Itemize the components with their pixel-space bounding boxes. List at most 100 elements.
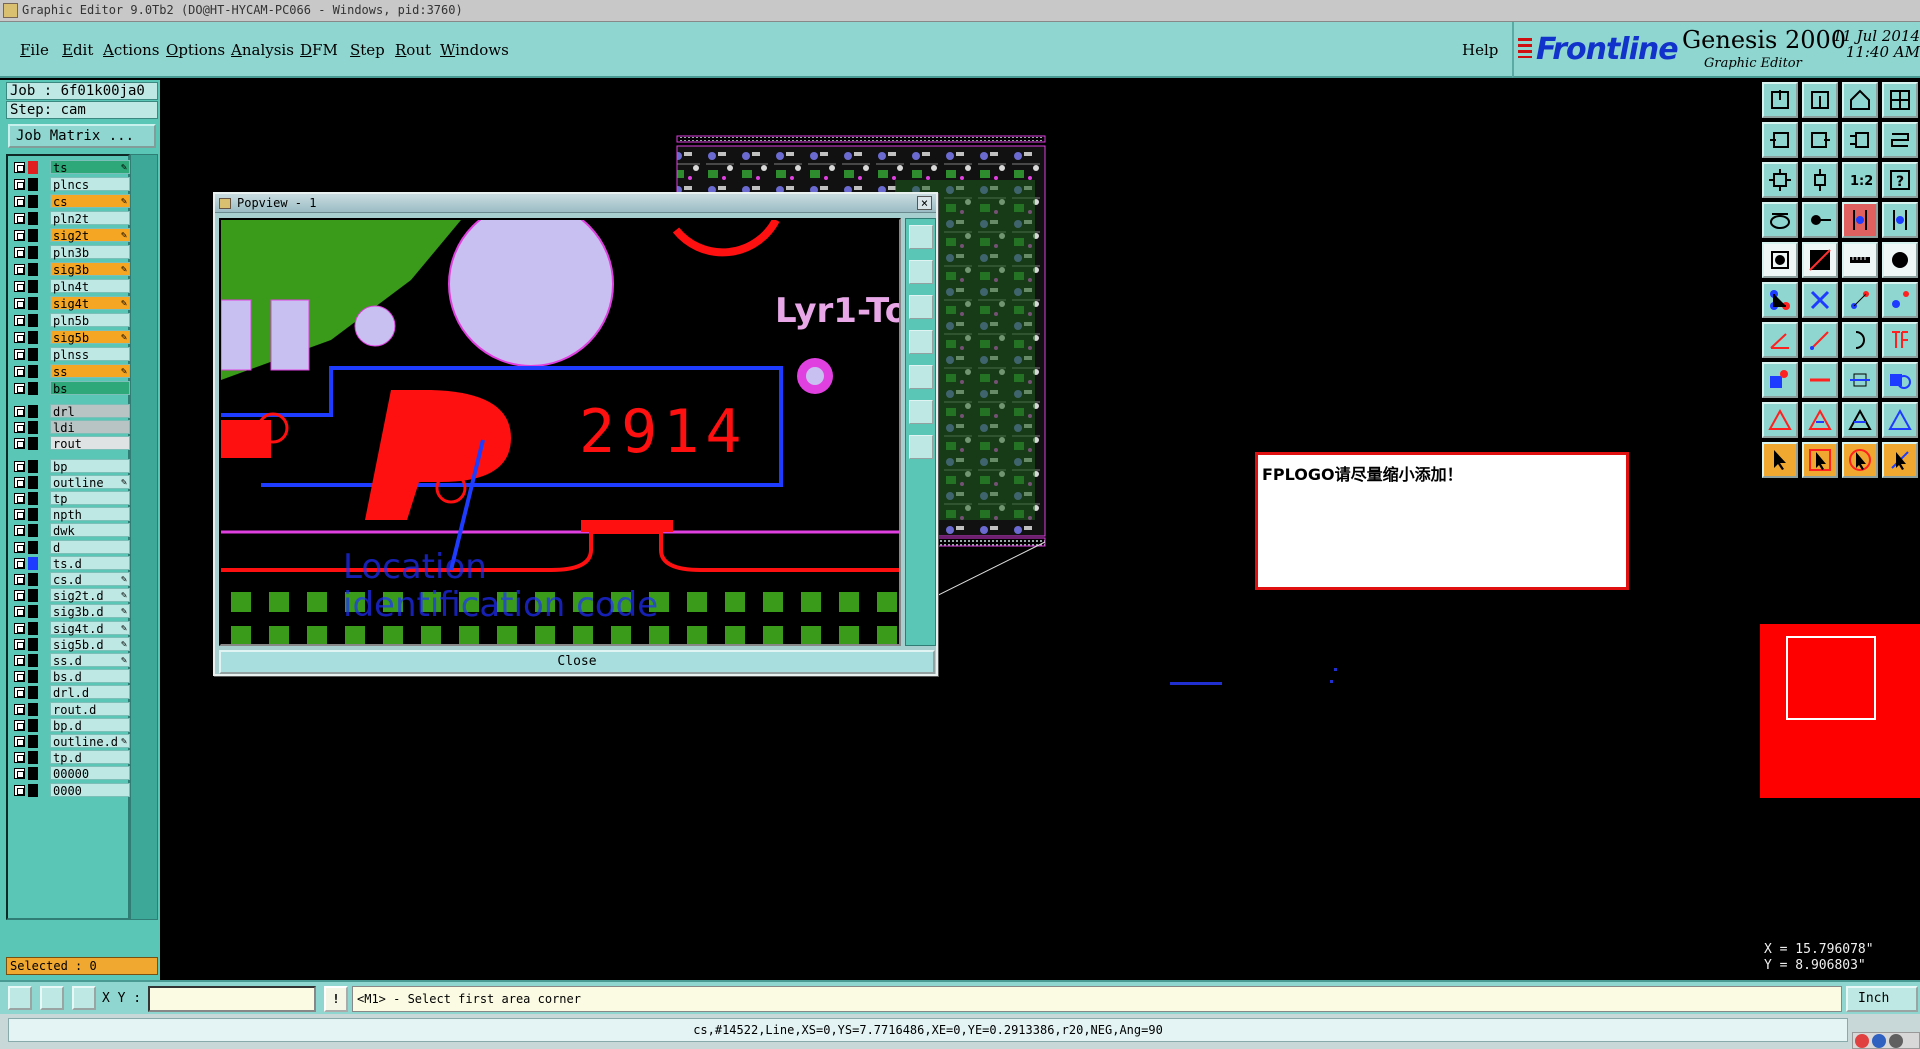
tool-select-area-icon[interactable] <box>1802 242 1838 278</box>
layer-checkbox[interactable] <box>14 213 25 224</box>
layer-checkbox[interactable] <box>14 703 25 715</box>
layer-row-plnss[interactable]: plnss <box>12 347 130 362</box>
layer-row-sig5b[interactable]: sig5b ✎ <box>12 330 130 345</box>
layer-checkbox[interactable] <box>14 366 25 377</box>
layer-checkbox[interactable] <box>14 574 25 585</box>
layer-checkbox[interactable] <box>14 406 25 417</box>
layer-name[interactable]: sig5b ✎ <box>50 330 130 345</box>
popview-center-icon[interactable] <box>909 435 933 459</box>
tool-width-icon[interactable] <box>1842 362 1878 398</box>
popview-fit-icon[interactable] <box>909 400 933 424</box>
layer-checkbox[interactable] <box>14 590 25 602</box>
layer-row-sig4t-d[interactable]: sig4t.d ✎ <box>12 620 130 636</box>
layer-checkbox[interactable] <box>14 671 25 683</box>
tool-pan-right-icon[interactable] <box>1802 122 1838 158</box>
cmd-line-icon[interactable] <box>40 986 64 1010</box>
layer-name[interactable]: 00000 <box>50 766 130 781</box>
layer-name[interactable]: dwk <box>50 523 130 538</box>
tool-select-circle-icon[interactable] <box>1842 442 1878 478</box>
layer-name[interactable]: drl <box>50 404 130 419</box>
tool-zoom-center-icon[interactable] <box>1802 162 1838 198</box>
tool-snap-icon[interactable] <box>1762 202 1798 238</box>
job-matrix-button[interactable]: Job Matrix ... <box>8 124 156 148</box>
layer-name[interactable]: plnss <box>50 347 130 362</box>
layer-row-sig4t[interactable]: sig4t ✎ <box>12 296 130 311</box>
layer-checkbox[interactable] <box>14 422 25 434</box>
menu-help[interactable]: Help <box>1462 41 1498 59</box>
layer-row-pln4t[interactable]: pln4t <box>12 279 130 294</box>
tool-select-net-icon[interactable] <box>1882 442 1918 478</box>
popview-pan-right-icon[interactable] <box>909 365 933 389</box>
popview-pan-left-icon[interactable] <box>909 330 933 354</box>
layer-checkbox[interactable] <box>14 687 25 699</box>
cmd-grid-icon[interactable] <box>72 986 96 1010</box>
layer-row-pln5b[interactable]: pln5b <box>12 313 130 328</box>
layer-checkbox[interactable] <box>14 493 25 504</box>
tool-text-icon[interactable] <box>1882 322 1918 358</box>
layer-row-ts[interactable]: ts ✎ <box>12 160 130 175</box>
tool-step-icon[interactable] <box>1882 122 1918 158</box>
layer-name[interactable]: bp <box>50 458 130 474</box>
layer-name[interactable]: ss.d ✎ <box>50 653 130 668</box>
layer-checkbox[interactable] <box>14 315 25 326</box>
layer-checkbox[interactable] <box>14 768 25 780</box>
layer-checkbox[interactable] <box>14 438 25 450</box>
layer-row-pln2t[interactable]: pln2t <box>12 211 130 226</box>
tray-network-icon[interactable] <box>1889 1034 1903 1048</box>
layer-row-tp-d[interactable]: tp.d <box>12 750 130 765</box>
layer-row-drl-d[interactable]: drl.d <box>12 685 130 700</box>
layer-name[interactable]: bp.d <box>50 717 130 733</box>
layer-name[interactable]: pln4t <box>50 279 130 294</box>
layer-checkbox[interactable] <box>14 264 25 275</box>
tray-antivirus-icon[interactable] <box>1855 1034 1869 1048</box>
popview-close-button[interactable]: Close <box>219 650 935 674</box>
tool-copy-icon[interactable] <box>1882 362 1918 398</box>
layer-name[interactable]: ts.d <box>50 555 130 571</box>
popview-zoom-out-icon[interactable] <box>909 260 933 284</box>
layer-row-bp[interactable]: bp <box>12 458 130 474</box>
execute-button[interactable]: ! <box>324 986 348 1012</box>
tool-point-icon[interactable] <box>1882 282 1918 318</box>
layer-name[interactable]: sig2t ✎ <box>50 228 130 243</box>
layer-row-ss-d[interactable]: ss.d ✎ <box>12 653 130 668</box>
menu-analysis[interactable]: Analysis <box>231 41 294 59</box>
layer-checkbox[interactable] <box>14 736 25 747</box>
layer-row-dwk[interactable]: dwk <box>12 523 130 538</box>
layer-row-0000[interactable]: 0000 <box>12 782 130 798</box>
layer-name[interactable]: pln2t <box>50 211 130 226</box>
menu-actions[interactable]: Actions <box>103 41 159 59</box>
layer-checkbox[interactable] <box>14 230 25 241</box>
tool-zoom-save-icon[interactable] <box>1802 82 1838 118</box>
menu-step[interactable]: Step <box>350 41 385 59</box>
menu-file[interactable]: File <box>20 41 49 59</box>
layer-row-sig5b-d[interactable]: sig5b.d ✎ <box>12 636 130 652</box>
layer-checkbox[interactable] <box>14 752 25 764</box>
layer-name[interactable]: sig4t ✎ <box>50 296 130 311</box>
tool-arc-icon[interactable] <box>1842 322 1878 358</box>
tool-zoom-fit-icon[interactable] <box>1762 162 1798 198</box>
layer-row-ts-d[interactable]: ts.d <box>12 555 130 571</box>
layer-checkbox[interactable] <box>14 557 25 569</box>
tool-cross-icon[interactable] <box>1802 282 1838 318</box>
menu-options[interactable]: Options <box>166 41 225 59</box>
tool-scale-icon[interactable]: 1:2 <box>1842 162 1878 198</box>
minimap[interactable] <box>1760 624 1920 798</box>
tool-surface-icon[interactable] <box>1762 362 1798 398</box>
tool-pad-icon[interactable] <box>1882 242 1918 278</box>
xy-input[interactable] <box>148 986 316 1012</box>
layer-checkbox[interactable] <box>14 606 25 618</box>
tool-net-icon[interactable] <box>1882 202 1918 238</box>
tool-triangle-icon[interactable] <box>1762 402 1798 438</box>
layer-name[interactable]: ss ✎ <box>50 364 130 379</box>
tool-triangle-line-icon[interactable] <box>1842 402 1878 438</box>
popview-zoom-in-icon[interactable] <box>909 225 933 249</box>
tool-triangle-fill-icon[interactable] <box>1802 402 1838 438</box>
tool-grid-icon[interactable] <box>1882 82 1918 118</box>
cmd-area-select-icon[interactable] <box>8 986 32 1010</box>
layer-name[interactable]: d <box>50 539 130 555</box>
tool-pointer-icon[interactable] <box>1762 442 1798 478</box>
layer-checkbox[interactable] <box>14 622 25 634</box>
tool-connect-icon[interactable] <box>1762 282 1798 318</box>
layer-name[interactable]: tp.d <box>50 750 130 765</box>
layer-checkbox[interactable] <box>14 638 25 650</box>
